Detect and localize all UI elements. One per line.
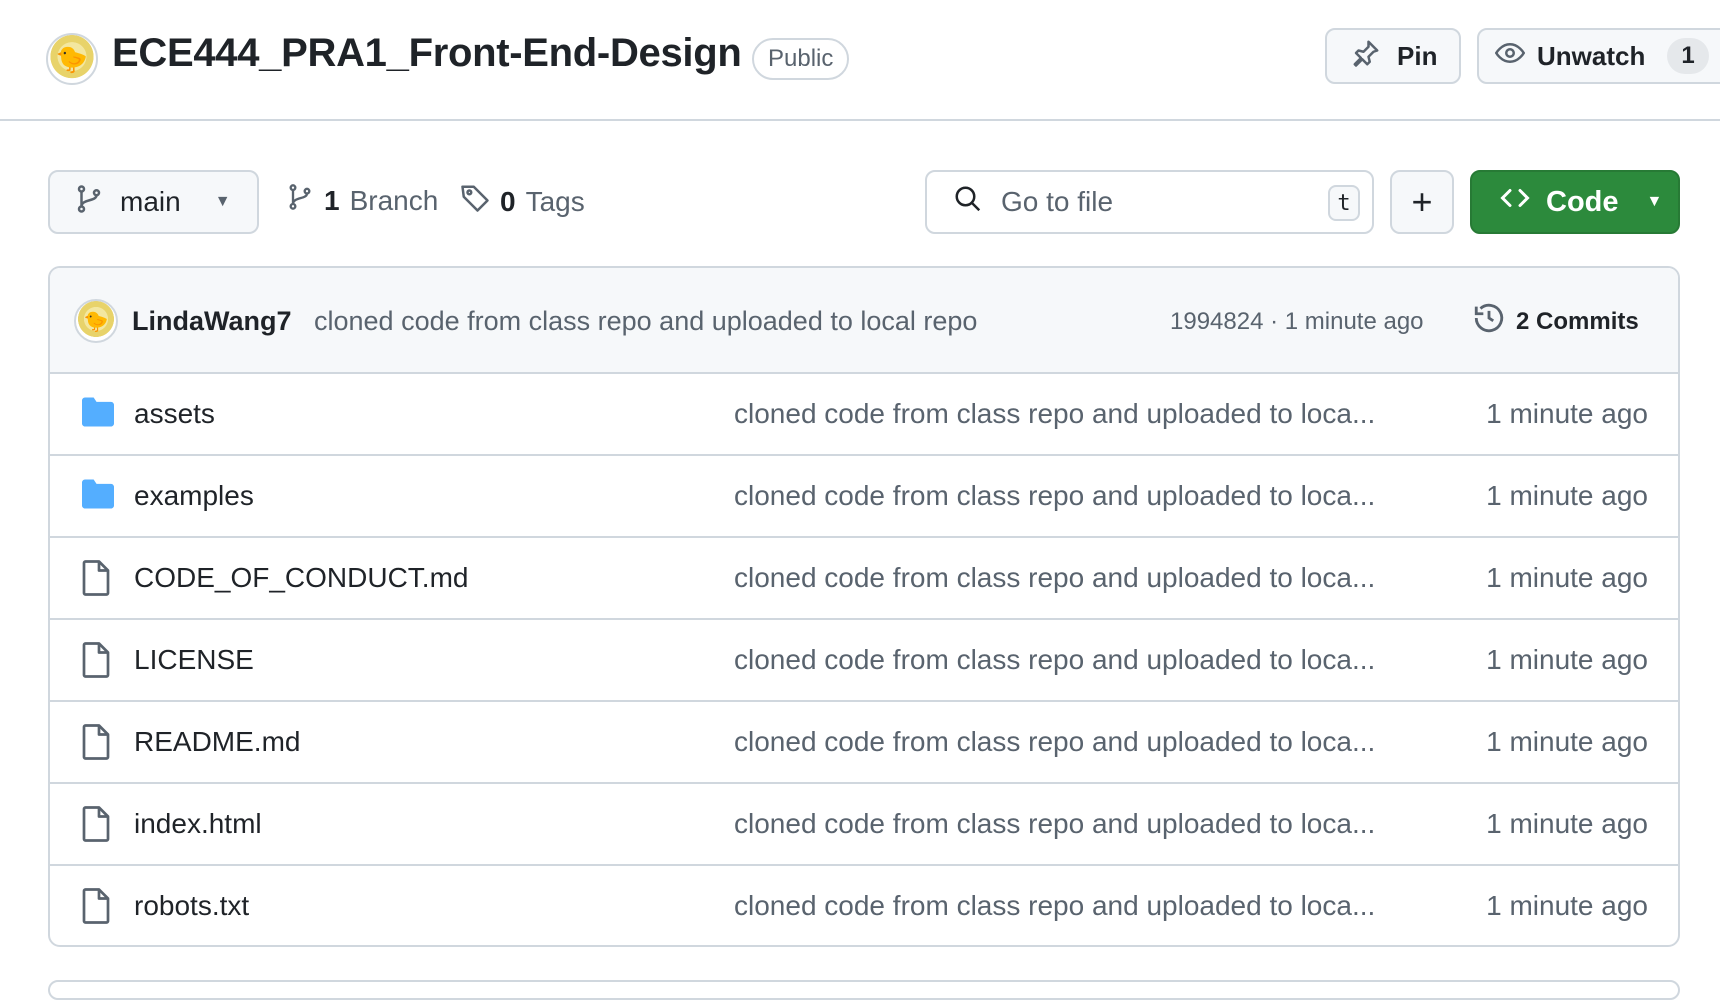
tag-label: Tags bbox=[525, 185, 585, 217]
file-row[interactable]: examples cloned code from class repo and … bbox=[50, 456, 1678, 538]
repo-title[interactable]: ECE444_PRA1_Front-End-Design bbox=[112, 31, 742, 76]
file-commit-time: 1 minute ago bbox=[1486, 480, 1648, 511]
branch-count: 1 bbox=[324, 184, 340, 216]
tags-link[interactable]: 0 Tags bbox=[460, 183, 585, 220]
file-commit-message[interactable]: cloned code from class repo and uploaded… bbox=[734, 726, 1375, 758]
caret-down-icon: ▼ bbox=[214, 193, 231, 210]
file-row[interactable]: assets cloned code from class repo and up… bbox=[50, 374, 1678, 456]
file-name[interactable]: LICENSE bbox=[134, 644, 254, 676]
tag-icon bbox=[460, 183, 490, 220]
file-commit-time: 1 minute ago bbox=[1486, 890, 1648, 921]
commit-hash-time[interactable]: 1994824 · 1 minute ago bbox=[1170, 308, 1424, 336]
file-icon bbox=[80, 560, 116, 596]
commit-message[interactable]: cloned code from class repo and uploaded… bbox=[314, 306, 977, 337]
eye-icon bbox=[1494, 38, 1526, 75]
file-name[interactable]: assets bbox=[134, 398, 215, 430]
commits-label: 2 Commits bbox=[1516, 307, 1639, 335]
file-commit-time: 1 minute ago bbox=[1486, 808, 1648, 839]
file-commit-message[interactable]: cloned code from class repo and uploaded… bbox=[734, 808, 1375, 840]
commit-author[interactable]: LindaWang7 bbox=[132, 306, 292, 337]
branch-selector[interactable]: main ▼ bbox=[48, 170, 259, 234]
unwatch-button[interactable]: Unwatch 1 ▼ bbox=[1477, 28, 1720, 84]
pin-button[interactable]: Pin bbox=[1325, 28, 1461, 84]
file-list: assets cloned code from class repo and up… bbox=[50, 374, 1678, 945]
watch-count: 1 bbox=[1667, 38, 1709, 74]
file-row[interactable]: CODE_OF_CONDUCT.md cloned code from class… bbox=[50, 538, 1678, 620]
file-commit-time: 1 minute ago bbox=[1486, 398, 1648, 429]
file-name[interactable]: robots.txt bbox=[134, 890, 249, 922]
file-commit-message[interactable]: cloned code from class repo and uploaded… bbox=[734, 644, 1375, 676]
code-button[interactable]: Code ▼ bbox=[1470, 170, 1680, 234]
readme-panel-edge bbox=[48, 980, 1680, 1000]
branch-label: Branch bbox=[349, 184, 439, 216]
history-icon bbox=[1472, 301, 1506, 342]
file-commit-time: 1 minute ago bbox=[1486, 562, 1648, 593]
file-name[interactable]: README.md bbox=[134, 726, 300, 758]
visibility-badge: Public bbox=[752, 38, 850, 80]
unwatch-label: Unwatch bbox=[1537, 40, 1646, 71]
file-icon bbox=[80, 724, 116, 760]
file-commit-message[interactable]: cloned code from class repo and uploaded… bbox=[734, 562, 1375, 594]
pin-icon bbox=[1351, 38, 1381, 75]
file-commit-time: 1 minute ago bbox=[1486, 726, 1648, 757]
file-browser: 🐤 LindaWang7 cloned code from class repo… bbox=[48, 266, 1680, 947]
add-file-button[interactable]: + bbox=[1390, 170, 1454, 234]
keyboard-shortcut-hint: t bbox=[1328, 185, 1360, 221]
branches-link[interactable]: 1 Branch bbox=[286, 183, 438, 218]
file-commit-time: 1 minute ago bbox=[1486, 644, 1648, 675]
branch-name: main bbox=[120, 186, 181, 217]
go-to-file-input[interactable]: Go to file t bbox=[925, 170, 1374, 234]
file-commit-message[interactable]: cloned code from class repo and uploaded… bbox=[734, 890, 1375, 922]
commit-author-avatar[interactable]: 🐤 bbox=[74, 299, 118, 343]
branch-icon bbox=[74, 184, 104, 221]
file-name[interactable]: examples bbox=[134, 480, 254, 512]
file-icon bbox=[80, 888, 116, 924]
caret-down-icon: ▼ bbox=[1646, 193, 1663, 210]
file-commit-message[interactable]: cloned code from class repo and uploaded… bbox=[734, 398, 1375, 430]
file-name[interactable]: CODE_OF_CONDUCT.md bbox=[134, 562, 468, 594]
code-label: Code bbox=[1546, 185, 1619, 218]
file-icon bbox=[80, 806, 116, 842]
file-row[interactable]: LICENSE cloned code from class repo and u… bbox=[50, 620, 1678, 702]
file-row[interactable]: index.html cloned code from class repo an… bbox=[50, 784, 1678, 866]
file-name[interactable]: index.html bbox=[134, 808, 262, 840]
commits-link[interactable]: 2 Commits bbox=[1472, 301, 1639, 342]
pin-label: Pin bbox=[1397, 40, 1438, 71]
repo-header: 🐤 ECE444_PRA1_Front-End-Design Public Pi… bbox=[0, 0, 1720, 121]
file-row[interactable]: README.md cloned code from class repo and… bbox=[50, 702, 1678, 784]
file-row[interactable]: robots.txt cloned code from class repo an… bbox=[50, 866, 1678, 945]
branch-icon bbox=[286, 183, 314, 218]
file-commit-message[interactable]: cloned code from class repo and uploaded… bbox=[734, 480, 1375, 512]
file-icon bbox=[80, 642, 116, 678]
folder-icon bbox=[80, 478, 116, 514]
search-placeholder: Go to file bbox=[1001, 186, 1114, 217]
tag-count: 0 bbox=[500, 185, 516, 217]
owner-avatar[interactable]: 🐤 bbox=[46, 33, 98, 85]
search-icon bbox=[953, 184, 983, 221]
folder-icon bbox=[80, 396, 116, 432]
code-icon bbox=[1498, 183, 1532, 221]
latest-commit-bar: 🐤 LindaWang7 cloned code from class repo… bbox=[50, 268, 1678, 374]
